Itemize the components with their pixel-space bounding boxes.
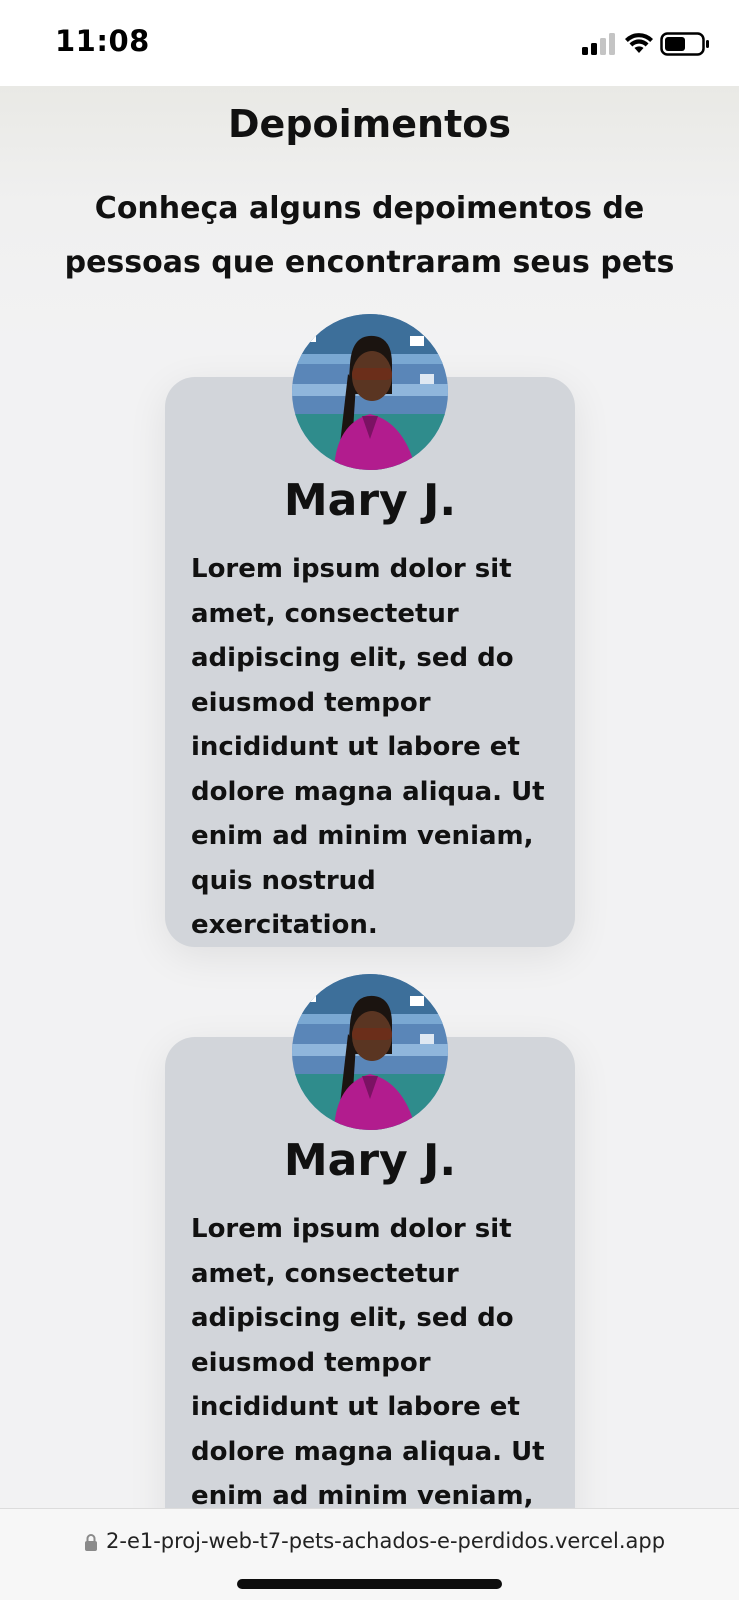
page-title: Depoimentos (228, 102, 511, 146)
testimonial-text: Lorem ipsum dolor sit amet, consectetur … (191, 554, 545, 940)
wifi-icon (625, 33, 653, 53)
battery-icon (660, 32, 709, 56)
testimonial-name: Mary J. (283, 475, 457, 526)
home-indicator[interactable] (237, 1579, 502, 1589)
page-subtitle: Conheça alguns depoimentos de pessoas qu… (64, 191, 675, 280)
phone-screen: 11:08 Depoimentos Conheça alguns depoime… (0, 0, 739, 1600)
status-bar: 11:08 (0, 0, 739, 86)
avatar-photo (292, 974, 448, 1130)
avatar-photo (292, 314, 448, 470)
avatar (292, 314, 448, 470)
page-content: Depoimentos Conheça alguns depoimentos d… (0, 86, 739, 1508)
testimonial-name: Mary J. (283, 1135, 457, 1186)
testimonial-text: Lorem ipsum dolor sit amet, consectetur … (191, 1214, 545, 1508)
status-time: 11:08 (55, 24, 150, 58)
cellular-signal-icon (582, 33, 615, 55)
url-text[interactable]: 2-e1-proj-web-t7-pets-achados-e-perdidos… (106, 1529, 665, 1553)
avatar (292, 974, 448, 1130)
lock-icon (85, 1534, 97, 1551)
browser-url-bar[interactable]: 2-e1-proj-web-t7-pets-achados-e-perdidos… (0, 1508, 739, 1600)
